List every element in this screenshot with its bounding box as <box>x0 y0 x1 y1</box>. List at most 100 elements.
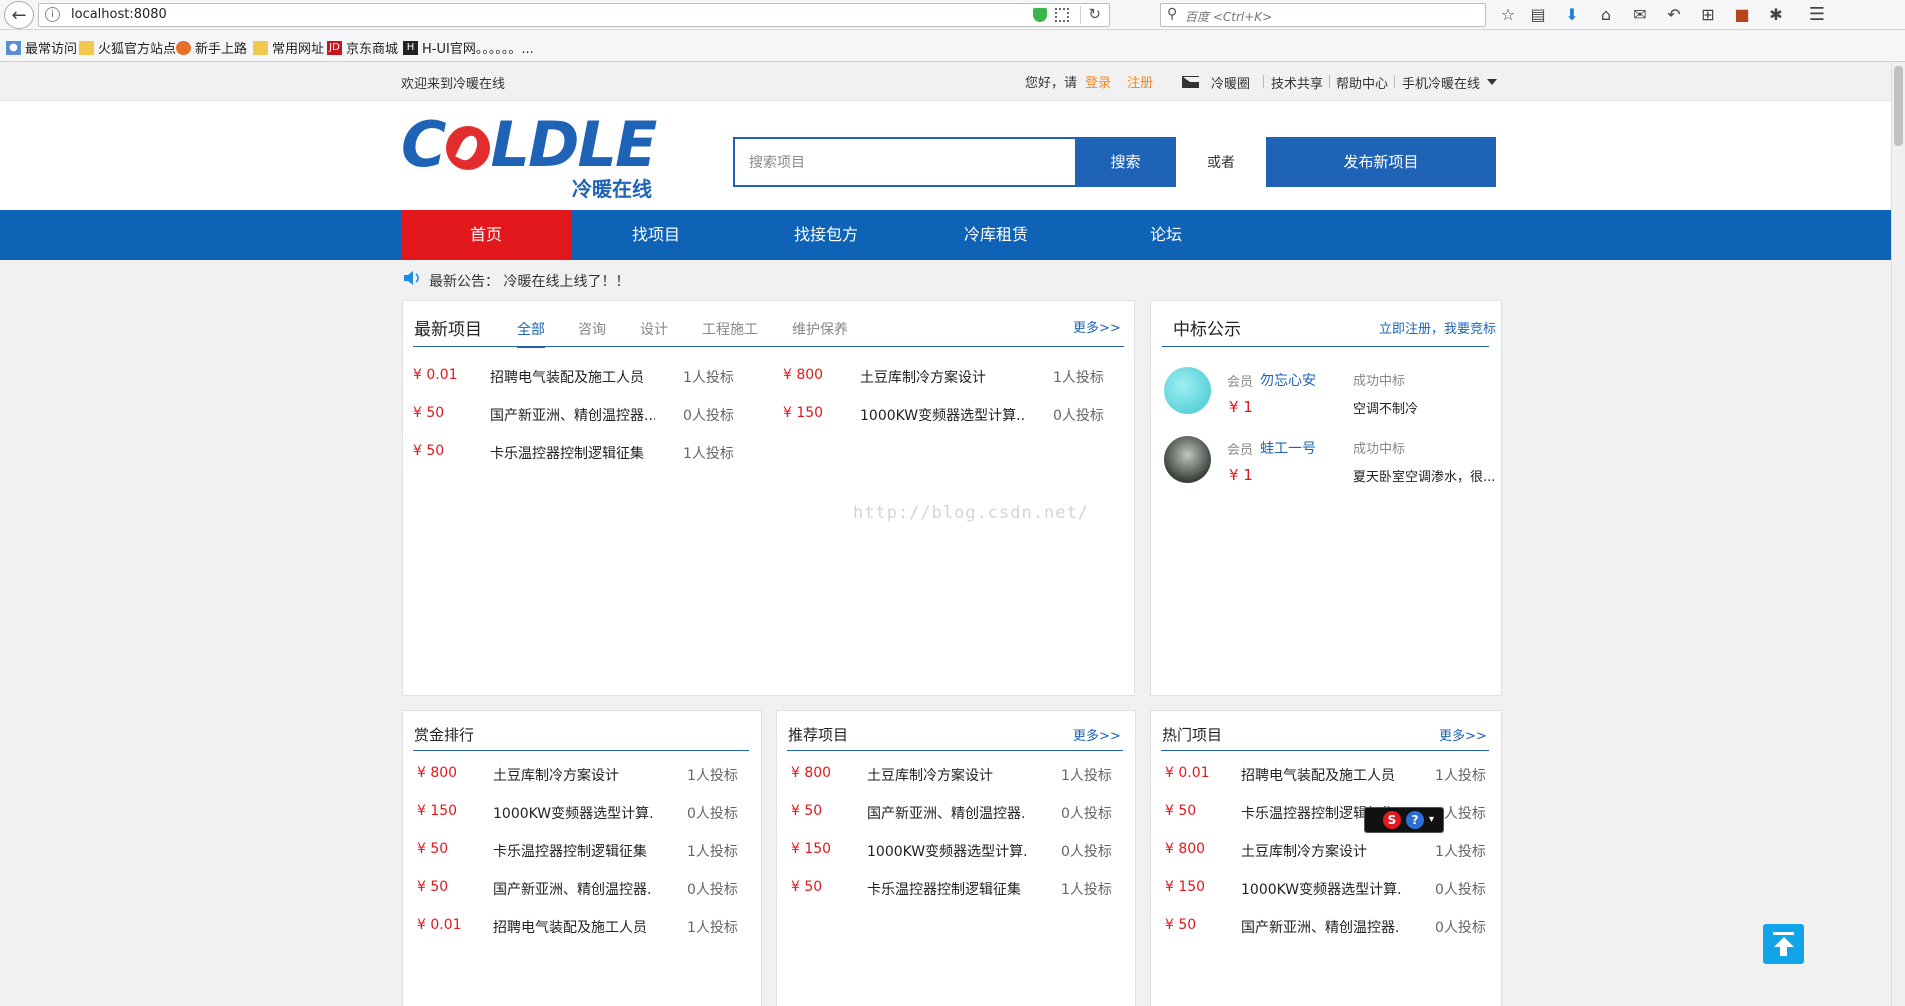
extension-icon[interactable]: ■ <box>1731 5 1753 25</box>
more-link[interactable]: 更多>> <box>1073 317 1121 336</box>
site-topbar <box>0 63 1905 101</box>
menu-icon[interactable]: ☰ <box>1806 5 1828 25</box>
speaker-icon <box>404 271 419 285</box>
site-logo[interactable]: C LDLE <box>401 112 657 178</box>
nav-item-home[interactable]: 首页 <box>401 210 571 260</box>
reload-icon[interactable]: ↻ <box>1088 5 1101 23</box>
undo-icon[interactable]: ↶ <box>1663 5 1685 25</box>
bookmark-item[interactable]: H H-UI官网。。。。。。... <box>403 38 534 57</box>
chat-icon[interactable]: ✉ <box>1629 5 1651 25</box>
scrollbar[interactable] <box>1891 63 1905 1006</box>
more-link[interactable]: 更多>> <box>1439 725 1487 744</box>
list-item[interactable]: ¥ 0.01 招聘电气装配及施工人员 1人投标 <box>1165 765 1490 785</box>
logo-subtitle: 冷暖在线 <box>572 177 652 201</box>
list-item[interactable]: ¥ 150 1000KW变频器选型计算... 0人投标 <box>1165 879 1490 899</box>
topnav-link-circle[interactable]: 冷暖圈 <box>1211 73 1250 92</box>
chevron-down-icon[interactable]: ▾ <box>1429 814 1434 825</box>
winner-project[interactable]: 夏天卧室空调渗水，很... <box>1353 466 1495 485</box>
topnav-link-mobile[interactable]: 手机冷暖在线 <box>1402 73 1480 92</box>
info-icon[interactable]: i <box>45 7 60 22</box>
star-icon[interactable]: ☆ <box>1497 5 1519 25</box>
list-item[interactable]: ¥ 800 土豆库制冷方案设计 1人投标 <box>1165 841 1490 861</box>
folder-icon <box>253 40 268 55</box>
qr-code-icon[interactable] <box>1055 8 1069 22</box>
list-item[interactable]: ¥ 50 国产新亚洲、精创温控器... 0人投标 <box>1165 917 1490 937</box>
browser-search-bar[interactable]: ⚲ 百度 <Ctrl+K> <box>1160 3 1486 27</box>
crop-icon[interactable]: ⊞ <box>1697 5 1719 25</box>
bookmark-item[interactable]: 火狐官方站点 <box>79 38 176 57</box>
tab-consulting[interactable]: 咨询 <box>578 319 606 339</box>
bookmark-item[interactable]: JD 京东商城 <box>327 38 398 57</box>
jd-icon: JD <box>327 40 342 55</box>
welcome-text: 欢迎来到冷暖在线 <box>401 77 506 92</box>
bug-icon[interactable]: ✱ <box>1765 5 1787 25</box>
divider <box>787 750 1123 751</box>
nav-item-find-projects[interactable]: 找项目 <box>571 210 741 260</box>
bookmark-item[interactable]: 新手上路 <box>176 38 247 57</box>
winner-name[interactable]: 蛙工一号 <box>1260 438 1316 458</box>
back-arrow-icon[interactable]: ← <box>4 1 34 29</box>
search-input[interactable]: 搜索项目 <box>733 137 1076 187</box>
back-to-top-button[interactable] <box>1763 924 1804 964</box>
tab-construction[interactable]: 工程施工 <box>702 319 758 339</box>
watermark: http://blog.csdn.net/ <box>853 503 1089 523</box>
list-item[interactable]: ¥ 800 土豆库制冷方案设计 1人投标 <box>417 765 747 785</box>
nav-item-forum[interactable]: 论坛 <box>1081 210 1251 260</box>
list-item[interactable]: ¥ 50 卡乐温控器控制逻辑征集 1人投标 <box>417 841 747 861</box>
bookmark-item[interactable]: 常用网址 <box>253 38 324 57</box>
list-item[interactable]: ¥ 150 1000KW变频器选型计算... 0人投标 <box>791 841 1121 861</box>
tab-all[interactable]: 全部 <box>517 319 545 348</box>
avatar[interactable] <box>1164 436 1211 483</box>
list-item[interactable]: ¥ 50 国产新亚洲、精创温控器... 0人投标 <box>791 803 1121 823</box>
firefox-icon <box>176 40 191 55</box>
nav-item-cold-storage[interactable]: 冷库租赁 <box>911 210 1081 260</box>
register-bid-link[interactable]: 立即注册，我要竞标 <box>1379 318 1496 337</box>
member-label: 会员 <box>1227 375 1254 390</box>
shield-icon[interactable] <box>1033 8 1047 22</box>
list-item[interactable]: ¥ 150 1000KW变频器选型计算... 0人投标 <box>783 405 1123 425</box>
list-item[interactable]: ¥ 50 卡乐温控器控制逻辑征集 1人投标 <box>791 879 1121 899</box>
avatar[interactable] <box>1164 367 1211 414</box>
chevron-down-icon[interactable] <box>1487 79 1497 85</box>
tab-maintenance[interactable]: 维护保养 <box>792 319 848 339</box>
home-icon[interactable]: ⌂ <box>1595 5 1617 25</box>
nav-item-find-contractors[interactable]: 找接包方 <box>741 210 911 260</box>
list-item[interactable]: ¥ 0.01 招聘电气装配及施工人员 1人投标 <box>413 367 753 387</box>
logo-leaf-icon <box>445 126 490 170</box>
search-button[interactable]: 搜索 <box>1075 137 1176 187</box>
login-link[interactable]: 登录 <box>1085 72 1111 91</box>
latest-projects-panel <box>402 300 1135 696</box>
list-item[interactable]: ¥ 150 1000KW变频器选型计算... 0人投标 <box>417 803 747 823</box>
winner-price: ¥ 1 <box>1229 398 1253 416</box>
topnav-link-help[interactable]: 帮助中心 <box>1336 73 1388 92</box>
divider <box>413 750 749 751</box>
winner-name[interactable]: 勿忘心安 <box>1260 370 1316 390</box>
register-link[interactable]: 注册 <box>1127 72 1153 91</box>
list-item[interactable]: ¥ 50 卡乐温控器控制逻辑征集 1人投标 <box>413 443 753 463</box>
folder-icon <box>79 40 94 55</box>
topnav-link-tech[interactable]: 技术共享 <box>1271 73 1323 92</box>
reading-list-icon[interactable]: ▤ <box>1527 5 1549 25</box>
scrollbar-thumb[interactable] <box>1894 66 1903 146</box>
notice-text[interactable]: 最新公告： 冷暖在线上线了！！ <box>429 271 629 291</box>
search-icon: ⚲ <box>1167 6 1178 22</box>
help-icon[interactable]: ? <box>1406 811 1424 829</box>
url-text[interactable]: localhost:8080 <box>71 7 167 22</box>
list-item[interactable]: ¥ 50 国产新亚洲、精创温控器... 0人投标 <box>417 879 747 899</box>
tab-design[interactable]: 设计 <box>640 319 668 339</box>
list-item[interactable]: ¥ 50 国产新亚洲、精创温控器... 0人投标 <box>413 405 753 425</box>
list-item[interactable]: ¥ 0.01 招聘电气装配及施工人员 1人投标 <box>417 917 747 937</box>
list-item[interactable]: ¥ 800 土豆库制冷方案设计 1人投标 <box>791 765 1121 785</box>
publish-project-button[interactable]: 发布新项目 <box>1266 137 1496 187</box>
more-link[interactable]: 更多>> <box>1073 725 1121 744</box>
mail-icon <box>1182 76 1199 88</box>
sogou-icon[interactable]: S <box>1383 811 1401 829</box>
list-item[interactable]: ¥ 800 土豆库制冷方案设计 1人投标 <box>783 367 1123 387</box>
browser-toolbar: ← i localhost:8080 ↻ ⚲ 百度 <Ctrl+K> ☆ ▤ ⬇… <box>0 0 1905 30</box>
bookmark-item[interactable]: ● 最常访问 <box>6 38 77 57</box>
url-bar[interactable]: i localhost:8080 ↻ <box>38 3 1110 27</box>
winner-project[interactable]: 空调不制冷 <box>1353 398 1418 417</box>
download-icon[interactable]: ⬇ <box>1561 5 1583 25</box>
bookmark-folder-icon: ● <box>6 40 21 55</box>
ime-toolbar[interactable]: S ? ▾ <box>1364 807 1444 833</box>
